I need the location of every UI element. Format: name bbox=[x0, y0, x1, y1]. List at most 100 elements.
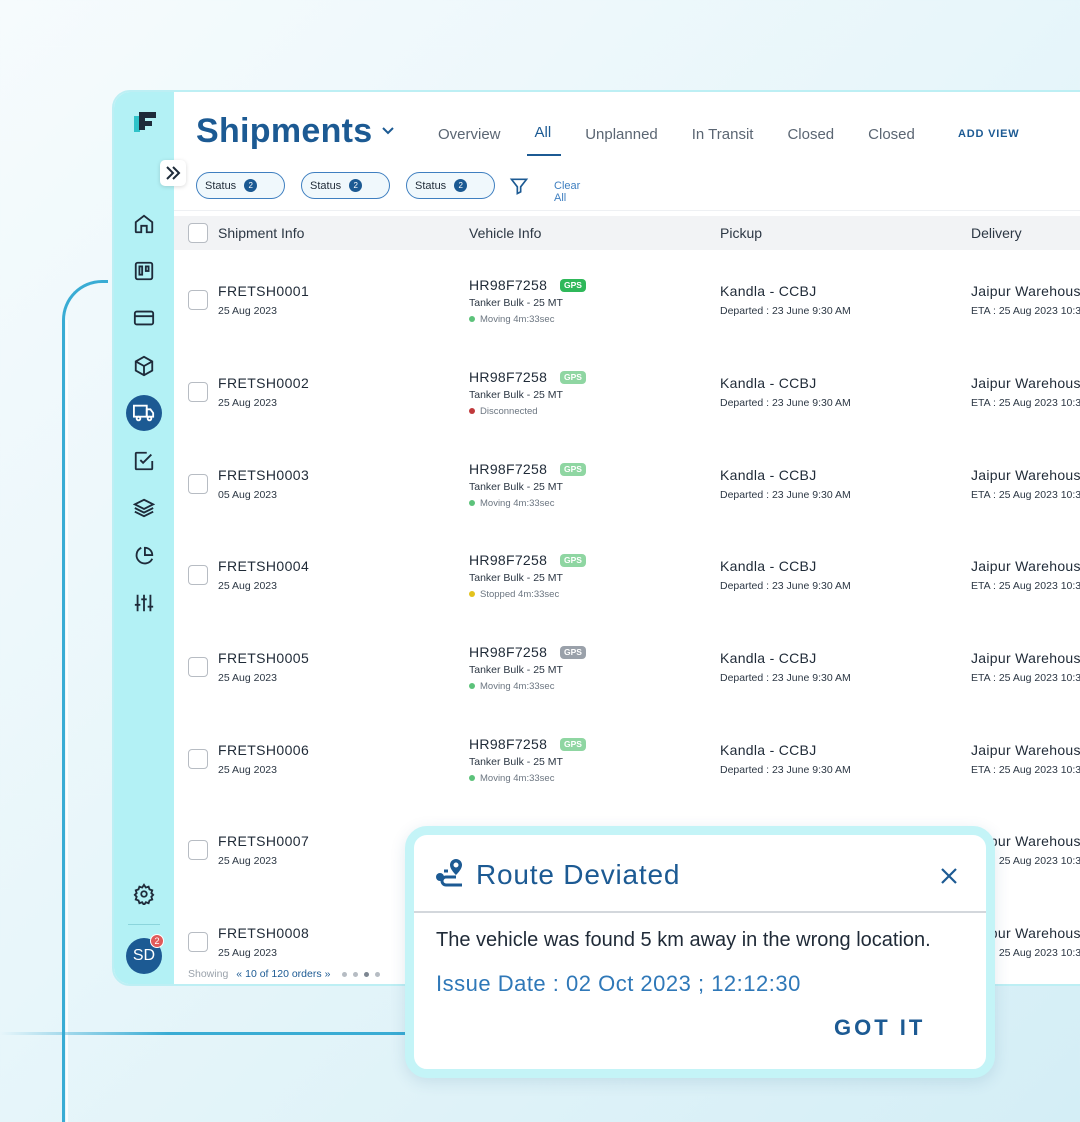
layers-icon[interactable] bbox=[126, 490, 162, 526]
table-row[interactable]: FRETSH0003 05 Aug 2023 HR98F7258 GPS Tan… bbox=[174, 461, 1080, 559]
column-delivery[interactable]: Delivery bbox=[971, 225, 1022, 241]
vehicle-type: Tanker Bulk - 25 MT bbox=[469, 481, 563, 493]
tab-in-transit[interactable]: In Transit bbox=[692, 116, 754, 156]
pie-chart-icon[interactable] bbox=[126, 538, 162, 574]
vehicle-status: Moving 4m:33sec bbox=[469, 498, 554, 509]
vehicle-type: Tanker Bulk - 25 MT bbox=[469, 756, 563, 768]
gps-badge: GPS bbox=[560, 279, 586, 292]
row-checkbox[interactable] bbox=[188, 565, 208, 585]
vehicle-number: HR98F7258 bbox=[469, 736, 548, 752]
shipment-id[interactable]: FRETSH0005 bbox=[218, 650, 309, 666]
pickup-location: Kandla - CCBJ bbox=[720, 467, 817, 483]
shipment-id[interactable]: FRETSH0007 bbox=[218, 833, 309, 849]
vehicle-number: HR98F7258 bbox=[469, 277, 548, 293]
tab-closed[interactable]: Closed bbox=[787, 116, 834, 156]
shipment-id[interactable]: FRETSH0006 bbox=[218, 742, 309, 758]
sliders-icon[interactable] bbox=[126, 585, 162, 621]
tab-closed-2[interactable]: Closed bbox=[868, 116, 915, 156]
shipment-id[interactable]: FRETSH0004 bbox=[218, 558, 309, 574]
shipment-date: 25 Aug 2023 bbox=[218, 855, 277, 867]
pager-prev[interactable]: « bbox=[236, 968, 242, 980]
chip-count: 2 bbox=[454, 179, 468, 192]
eta-time: ETA : 25 Aug 2023 10:30 AM bbox=[971, 672, 1080, 684]
expand-sidebar-button[interactable] bbox=[160, 160, 186, 186]
shipment-id[interactable]: FRETSH0003 bbox=[218, 467, 309, 483]
shipment-date: 25 Aug 2023 bbox=[218, 397, 277, 409]
truck-icon[interactable] bbox=[126, 395, 162, 431]
vehicle-number: HR98F7258 bbox=[469, 461, 548, 477]
eta-time: ETA : 25 Aug 2023 10:30 AM bbox=[971, 580, 1080, 592]
row-checkbox[interactable] bbox=[188, 382, 208, 402]
pager-dots[interactable] bbox=[342, 971, 386, 977]
status-filter-chip[interactable]: Status 2 bbox=[196, 172, 285, 199]
table-row[interactable]: FRETSH0005 25 Aug 2023 HR98F7258 GPS Tan… bbox=[174, 644, 1080, 742]
column-shipment-info[interactable]: Shipment Info bbox=[218, 225, 304, 241]
row-checkbox[interactable] bbox=[188, 749, 208, 769]
departed-time: Departed : 23 June 9:30 AM bbox=[720, 305, 851, 317]
column-vehicle-info[interactable]: Vehicle Info bbox=[469, 225, 541, 241]
departed-time: Departed : 23 June 9:30 AM bbox=[720, 672, 851, 684]
sidebar-divider bbox=[128, 924, 160, 925]
shipment-date: 25 Aug 2023 bbox=[218, 305, 277, 317]
pager-dot-active[interactable] bbox=[364, 971, 370, 977]
shipment-date: 25 Aug 2023 bbox=[218, 672, 277, 684]
shipment-id[interactable]: FRETSH0008 bbox=[218, 925, 309, 941]
departed-time: Departed : 23 June 9:30 AM bbox=[720, 397, 851, 409]
table-row[interactable]: FRETSH0004 25 Aug 2023 HR98F7258 GPS Tan… bbox=[174, 552, 1080, 650]
shipment-date: 25 Aug 2023 bbox=[218, 580, 277, 592]
card-icon[interactable] bbox=[126, 300, 162, 336]
table-row[interactable]: FRETSH0002 25 Aug 2023 HR98F7258 GPS Tan… bbox=[174, 369, 1080, 467]
status-dot bbox=[469, 500, 475, 506]
filter-icon[interactable] bbox=[509, 176, 529, 196]
home-icon[interactable] bbox=[126, 206, 162, 242]
row-checkbox[interactable] bbox=[188, 932, 208, 952]
chip-count: 2 bbox=[244, 179, 258, 192]
select-all-checkbox[interactable] bbox=[188, 223, 208, 243]
pager-range[interactable]: 10 of 120 orders bbox=[245, 968, 321, 980]
dialog-divider bbox=[414, 911, 986, 913]
notification-badge: 2 bbox=[150, 934, 164, 948]
row-checkbox[interactable] bbox=[188, 474, 208, 494]
add-view-button[interactable]: ADD VIEW bbox=[958, 128, 1019, 140]
gps-badge: GPS bbox=[560, 463, 586, 476]
table-header: Shipment Info Vehicle Info Pickup Delive… bbox=[174, 216, 1080, 250]
chevron-down-icon[interactable] bbox=[380, 122, 396, 138]
package-icon[interactable] bbox=[126, 348, 162, 384]
tab-overview[interactable]: Overview bbox=[438, 116, 501, 156]
tab-all[interactable]: All bbox=[526, 116, 561, 156]
status-text: Stopped 4m:33sec bbox=[480, 589, 560, 600]
column-pickup[interactable]: Pickup bbox=[720, 225, 762, 241]
status-filter-chip[interactable]: Status 2 bbox=[301, 172, 390, 199]
shipment-date: 25 Aug 2023 bbox=[218, 764, 277, 776]
pager-next[interactable]: » bbox=[325, 968, 331, 980]
pickup-location: Kandla - CCBJ bbox=[720, 650, 817, 666]
table-row[interactable]: FRETSH0001 25 Aug 2023 HR98F7258 GPS Tan… bbox=[174, 277, 1080, 375]
header-divider bbox=[174, 210, 1080, 211]
shipment-id[interactable]: FRETSH0001 bbox=[218, 283, 309, 299]
vehicle-number: HR98F7258 bbox=[469, 369, 548, 385]
vehicle-status: Disconnected bbox=[469, 406, 538, 417]
gear-icon[interactable] bbox=[126, 876, 162, 912]
shipment-id[interactable]: FRETSH0002 bbox=[218, 375, 309, 391]
clear-all-link[interactable]: Clear All bbox=[554, 180, 580, 204]
pager-dot[interactable] bbox=[353, 971, 359, 977]
close-icon[interactable] bbox=[938, 865, 960, 887]
eta-time: ETA : 25 Aug 2023 10:30 AM bbox=[971, 305, 1080, 317]
checklist-icon[interactable] bbox=[126, 443, 162, 479]
row-checkbox[interactable] bbox=[188, 657, 208, 677]
board-icon[interactable] bbox=[126, 253, 162, 289]
got-it-button[interactable]: GOT IT bbox=[834, 1015, 925, 1041]
delivery-location: Jaipur Warehouse bbox=[971, 375, 1080, 391]
table-row[interactable]: FRETSH0006 25 Aug 2023 HR98F7258 GPS Tan… bbox=[174, 736, 1080, 834]
decorative-line-horizontal bbox=[0, 1032, 420, 1035]
row-checkbox[interactable] bbox=[188, 840, 208, 860]
eta-time: ETA : 25 Aug 2023 10:30 AM bbox=[971, 764, 1080, 776]
row-checkbox[interactable] bbox=[188, 290, 208, 310]
pager-showing: Showing bbox=[188, 968, 229, 980]
status-filter-chip[interactable]: Status 2 bbox=[406, 172, 495, 199]
pager-dot[interactable] bbox=[375, 971, 381, 977]
pager-dot[interactable] bbox=[342, 971, 348, 977]
tab-unplanned[interactable]: Unplanned bbox=[585, 116, 658, 156]
delivery-location: Jaipur Warehouse bbox=[971, 467, 1080, 483]
delivery-location: Jaipur Warehouse bbox=[971, 283, 1080, 299]
